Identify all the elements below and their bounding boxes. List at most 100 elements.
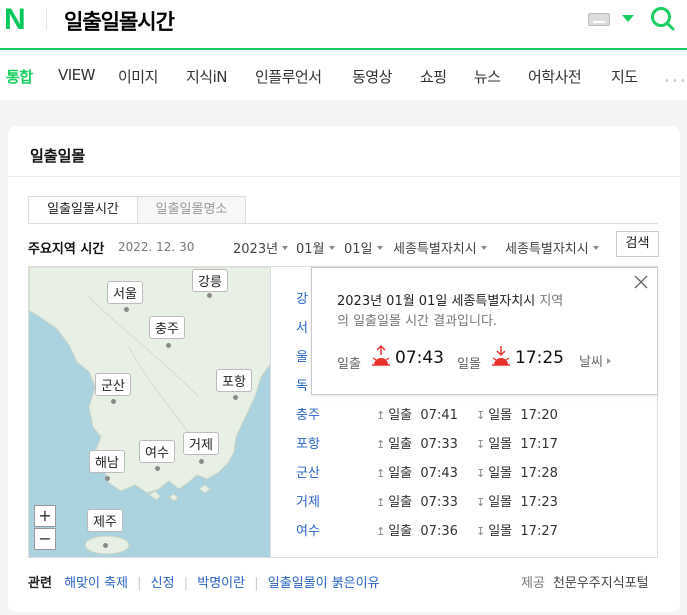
map-marker-gangneung[interactable]	[207, 293, 212, 298]
sunrise-arrow-icon: ↥	[376, 496, 386, 509]
month-select[interactable]: 01월	[296, 238, 335, 257]
sunrise-arrow-icon: ↥	[376, 409, 386, 422]
map-marker-yeosu[interactable]	[155, 466, 160, 471]
sunrise-label: 일출	[388, 408, 413, 423]
tab-view[interactable]: VIEW	[58, 66, 96, 84]
korea-landmass	[29, 267, 270, 555]
popup-suffix: 지역	[539, 294, 564, 309]
map-label-chungju[interactable]: 충주	[149, 316, 185, 339]
related-link-red-sun[interactable]: 일출일몰이 붉은이유	[268, 576, 380, 591]
section-title: 주요지역 시간	[28, 242, 105, 257]
city-name[interactable]: 독	[296, 375, 308, 394]
list-item[interactable]: 포항 ↥ 일출 07:33 ↧ 일몰 17:17	[296, 433, 596, 453]
city-name[interactable]: 포항	[296, 433, 320, 452]
popup-date: 2023년 01월 01일	[337, 294, 448, 309]
popup-subline: 의 일출일몰 시간 결과입니다.	[337, 314, 498, 329]
day-select[interactable]: 01일	[344, 238, 383, 257]
sunrise-cell: ↥ 일출 07:36	[376, 520, 458, 539]
sunset-time: 17:20	[520, 408, 558, 423]
sunset-arrow-icon: ↧	[476, 438, 486, 451]
more-tabs-button[interactable]: •••	[664, 76, 687, 87]
naver-logo[interactable]: N	[4, 5, 30, 35]
divider: |	[183, 576, 189, 591]
tab-map[interactable]: 지도	[611, 66, 638, 87]
sunset-label: 일몰	[488, 466, 513, 481]
related-link-new-year[interactable]: 신정	[151, 576, 175, 591]
tab-news[interactable]: 뉴스	[474, 66, 501, 87]
tab-sunrise-time[interactable]: 일출일몰시간	[28, 196, 138, 224]
city-name[interactable]: 울	[296, 346, 308, 365]
map-marker-haenam[interactable]	[105, 476, 110, 481]
sunrise-time: 07:36	[420, 524, 458, 539]
search-icon[interactable]	[650, 6, 676, 32]
sunset-label: 일몰	[488, 408, 513, 423]
related-link-festival[interactable]: 해맞이 축제	[64, 576, 128, 591]
provider-link[interactable]: 천문우주지식포털	[553, 576, 649, 591]
sunrise-time: 07:43	[395, 348, 444, 368]
search-button[interactable]: 검색	[616, 231, 659, 257]
close-icon[interactable]	[633, 274, 649, 290]
city-name[interactable]: 충주	[296, 404, 320, 423]
tab-sunrise-spots[interactable]: 일출일몰명소	[137, 196, 246, 224]
map-label-gunsan[interactable]: 군산	[95, 373, 131, 396]
sunset-arrow-icon: ↧	[476, 525, 486, 538]
zoom-in-button[interactable]: +	[34, 505, 56, 527]
sunrise-icon	[372, 345, 390, 366]
tab-video[interactable]: 동영상	[352, 66, 392, 87]
city-name[interactable]: 강	[296, 288, 308, 307]
city-name[interactable]: 여수	[296, 520, 320, 539]
data-provider: 제공 천문우주지식포털	[521, 572, 649, 591]
city-name[interactable]: 거제	[296, 491, 320, 510]
sunset-cell: ↧ 일몰 17:17	[476, 433, 558, 452]
tab-influencer[interactable]: 인플루언서	[255, 66, 322, 87]
tab-integrated[interactable]: 통합	[6, 66, 33, 87]
map-marker-chungju[interactable]	[166, 343, 171, 348]
sunset-time: 17:17	[520, 437, 558, 452]
sunset-label: 일몰	[488, 495, 513, 510]
map-label-pohang[interactable]: 포항	[216, 369, 252, 392]
list-item[interactable]: 거제 ↥ 일출 07:33 ↧ 일몰 17:23	[296, 491, 596, 511]
provider-label: 제공	[521, 576, 545, 591]
sunrise-time: 07:43	[420, 466, 458, 481]
sunset-arrow-icon: ↧	[476, 496, 486, 509]
map-marker-geoje[interactable]	[199, 459, 204, 464]
sunset-cell: ↧ 일몰 17:20	[476, 404, 558, 423]
sunset-arrow-icon: ↧	[476, 467, 486, 480]
tab-dictionary[interactable]: 어학사전	[528, 66, 582, 87]
map-label-haenam[interactable]: 해남	[89, 450, 125, 473]
list-item[interactable]: 충주 ↥ 일출 07:41 ↧ 일몰 17:20	[296, 404, 596, 424]
search-query-input[interactable]: 일출일몰시간	[64, 6, 175, 36]
tab-kin[interactable]: 지식iN	[186, 66, 228, 87]
map-label-jeju[interactable]: 제주	[87, 509, 123, 532]
map-marker-seoul[interactable]	[124, 307, 129, 312]
city-name[interactable]: 군산	[296, 462, 320, 481]
city-name[interactable]: 서	[296, 317, 308, 336]
related-link-twilight[interactable]: 박명이란	[197, 576, 245, 591]
sunrise-cell: ↥ 일출 07:43	[376, 462, 458, 481]
keyboard-icon[interactable]	[588, 13, 610, 26]
tab-image[interactable]: 이미지	[118, 66, 158, 87]
map-label-seoul[interactable]: 서울	[107, 281, 143, 304]
autocomplete-toggle-icon[interactable]	[622, 15, 634, 22]
map-marker-pohang[interactable]	[233, 395, 238, 400]
list-item[interactable]: 여수 ↥ 일출 07:36 ↧ 일몰 17:27	[296, 520, 596, 540]
sunrise-label: 일출	[388, 437, 413, 452]
list-item[interactable]: 군산 ↥ 일출 07:43 ↧ 일몰 17:28	[296, 462, 596, 482]
province-select[interactable]: 세종특별자치시	[393, 238, 487, 257]
zoom-out-button[interactable]: −	[34, 528, 56, 550]
map-marker-gunsan[interactable]	[111, 399, 116, 404]
sunrise-time: 07:33	[420, 437, 458, 452]
map-marker-jeju[interactable]	[103, 543, 108, 548]
weather-link[interactable]: 날씨	[579, 351, 611, 370]
map-label-yeosu[interactable]: 여수	[139, 440, 175, 463]
year-select[interactable]: 2023년	[233, 238, 288, 257]
divider: |	[137, 576, 142, 591]
map-label-geoje[interactable]: 거제	[183, 432, 219, 455]
tab-shopping[interactable]: 쇼핑	[420, 66, 447, 87]
sunset-time: 17:28	[520, 466, 558, 481]
korea-map[interactable]: 서울 강릉 충주 군산 포항 해남 여수 거제 제주 + −	[28, 266, 271, 558]
city-select[interactable]: 세종특별자치시	[505, 238, 599, 257]
map-label-gangneung[interactable]: 강릉	[192, 269, 228, 292]
divider	[46, 8, 47, 30]
sunset-icon	[492, 346, 510, 366]
